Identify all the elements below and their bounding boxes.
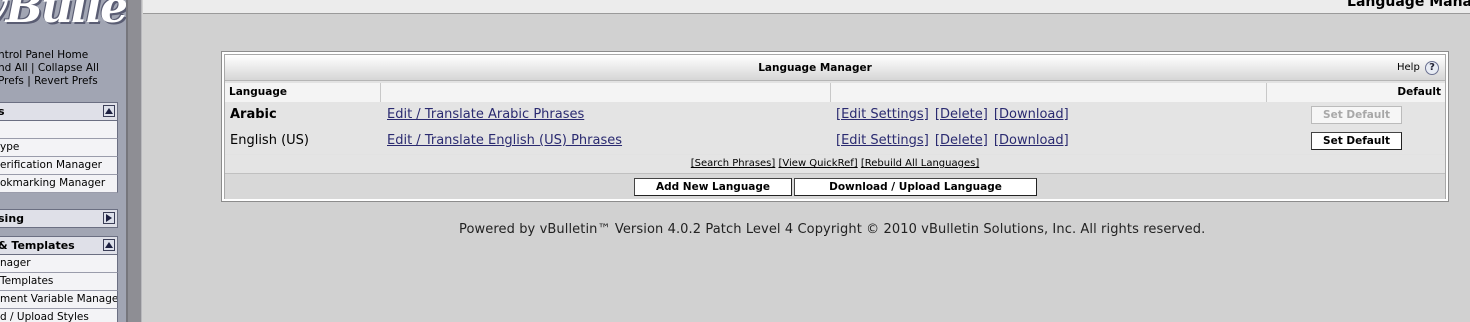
edit-translate-link[interactable]: Edit / Translate English (US) Phrases xyxy=(387,133,622,148)
vbulletin-logo: vBulletin xyxy=(0,0,126,33)
expand-collapse-links[interactable]: nd All | Collapse All xyxy=(0,62,124,75)
column-header-blank xyxy=(381,83,831,102)
nav-item[interactable]: erification Manager xyxy=(0,157,118,175)
add-new-language-button[interactable]: Add New Language xyxy=(634,178,792,196)
edit-settings-link[interactable]: [Edit Settings] xyxy=(836,133,929,148)
nav-group-header[interactable]: sing xyxy=(0,209,118,228)
set-default-button[interactable]: Set Default xyxy=(1311,106,1402,124)
view-quickref-link[interactable]: [View QuickRef] xyxy=(779,158,858,169)
set-default-button[interactable]: Set Default xyxy=(1311,132,1402,150)
nav-item[interactable]: Templates xyxy=(0,273,118,291)
language-manager-table: Language Manager Help ? Language Default… xyxy=(224,54,1446,199)
sidebar: vBulletin ntrol Panel Home nd All | Coll… xyxy=(0,0,126,322)
nav-item[interactable] xyxy=(0,121,118,139)
nav-group-header[interactable]: s xyxy=(0,102,118,121)
edit-settings-link[interactable]: [Edit Settings] xyxy=(836,107,929,122)
download-upload-language-button[interactable]: Download / Upload Language xyxy=(794,178,1037,196)
column-header-default: Default xyxy=(1397,86,1441,98)
nav-group-label: & Templates xyxy=(0,239,75,252)
language-actions: [Edit Settings] [Delete] [Download] xyxy=(836,107,1071,122)
nav-group-label: sing xyxy=(0,212,25,225)
delete-link[interactable]: [Delete] xyxy=(935,133,988,148)
rebuild-languages-link[interactable]: [Rebuild All Languages] xyxy=(861,158,979,169)
sidebar-divider[interactable] xyxy=(126,0,142,322)
action-bar: Add New Language Download / Upload Langu… xyxy=(225,173,1445,199)
nav-item[interactable]: nager xyxy=(0,255,118,273)
search-phrases-link[interactable]: [Search Phrases] xyxy=(691,158,776,169)
page-title: Language Mana xyxy=(1347,0,1470,10)
table-title: Language Manager xyxy=(758,62,872,74)
nav-group-label: s xyxy=(0,105,5,118)
language-manager-panel: Language Manager Help ? Language Default… xyxy=(221,51,1449,202)
download-link[interactable]: [Download] xyxy=(994,107,1069,122)
table-title-row: Language Manager Help ? xyxy=(225,55,1445,81)
control-panel-links: ntrol Panel Home nd All | Collapse All P… xyxy=(0,49,126,88)
help-button[interactable]: Help ? xyxy=(1397,61,1439,75)
column-header-blank xyxy=(831,83,1267,102)
language-name: Arabic xyxy=(230,107,277,122)
edit-translate-link[interactable]: Edit / Translate Arabic Phrases xyxy=(387,107,584,122)
help-label: Help xyxy=(1397,62,1420,73)
nav-group-1: s ype erification Manager okmarking Mana… xyxy=(0,102,118,193)
column-header-row: Language Default xyxy=(225,83,1445,102)
table-row: Arabic Edit / Translate Arabic Phrases [… xyxy=(225,102,1445,128)
table-row: English (US) Edit / Translate English (U… xyxy=(225,128,1445,154)
cp-home-link[interactable]: ntrol Panel Home xyxy=(0,49,124,62)
copyright-footer: Powered by vBulletin™ Version 4.0.2 Patc… xyxy=(459,222,1206,237)
language-name: English (US) xyxy=(230,133,309,148)
nav-item[interactable]: ment Variable Manager xyxy=(0,291,118,309)
column-header-language: Language xyxy=(225,83,381,102)
language-actions: [Edit Settings] [Delete] [Download] xyxy=(836,133,1071,148)
download-link[interactable]: [Download] xyxy=(994,133,1069,148)
expand-arrow-icon[interactable] xyxy=(103,212,115,224)
prefs-links[interactable]: Prefs | Revert Prefs xyxy=(0,75,124,88)
nav-item[interactable]: okmarking Manager xyxy=(0,175,118,193)
delete-link[interactable]: [Delete] xyxy=(935,107,988,122)
nav-group-header[interactable]: & Templates xyxy=(0,236,118,255)
phrase-links: [Search Phrases] [View QuickRef] [Rebuil… xyxy=(225,155,1445,173)
collapse-arrow-icon[interactable] xyxy=(103,239,115,251)
nav-group-2: sing xyxy=(0,209,118,228)
header-bar: Language Mana xyxy=(143,0,1470,14)
nav-item[interactable]: d / Upload Styles xyxy=(0,309,118,322)
nav-group-3: & Templates nager Templates ment Variabl… xyxy=(0,236,118,322)
nav-item[interactable]: ype xyxy=(0,139,118,157)
help-icon[interactable]: ? xyxy=(1425,61,1439,75)
collapse-arrow-icon[interactable] xyxy=(103,105,115,117)
